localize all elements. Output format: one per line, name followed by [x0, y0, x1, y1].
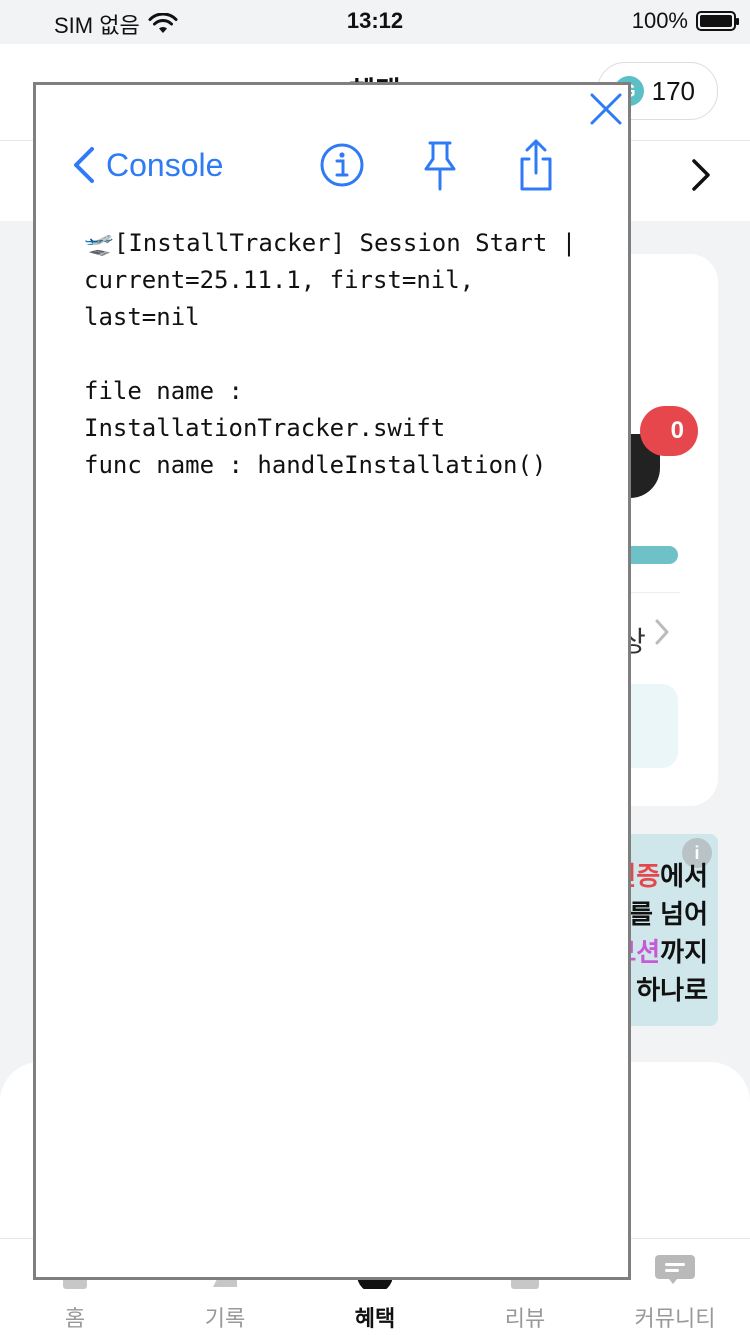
- status-bar: SIM 없음 13:12 100%: [0, 0, 750, 44]
- console-panel: Console 🛫[InstallTracker] Session Start …: [33, 82, 631, 1280]
- chevron-right-icon[interactable]: [690, 157, 712, 203]
- info-icon[interactable]: [318, 139, 366, 191]
- tab-label: 홈: [64, 1306, 86, 1331]
- battery-percent: 100%: [631, 8, 688, 33]
- console-log-text: 🛫[InstallTracker] Session Start | curren…: [84, 229, 577, 479]
- back-button[interactable]: Console: [70, 145, 223, 185]
- tab-label: 리뷰: [504, 1306, 546, 1331]
- tab-label: 커뮤니티: [634, 1306, 716, 1331]
- tab-label: 혜택: [354, 1306, 396, 1331]
- points-value: 170: [651, 75, 695, 106]
- community-icon: [655, 1255, 695, 1284]
- chevron-left-icon: [74, 147, 94, 183]
- chevron-right-icon: [654, 618, 670, 654]
- share-icon[interactable]: [512, 139, 560, 191]
- pin-icon[interactable]: [416, 139, 464, 191]
- battery-group: 100%: [631, 8, 739, 34]
- close-icon[interactable]: [588, 91, 624, 127]
- notification-badge: 0: [640, 406, 698, 456]
- tab-label: 기록: [204, 1306, 246, 1331]
- battery-icon: [696, 11, 739, 31]
- back-label: Console: [106, 146, 224, 183]
